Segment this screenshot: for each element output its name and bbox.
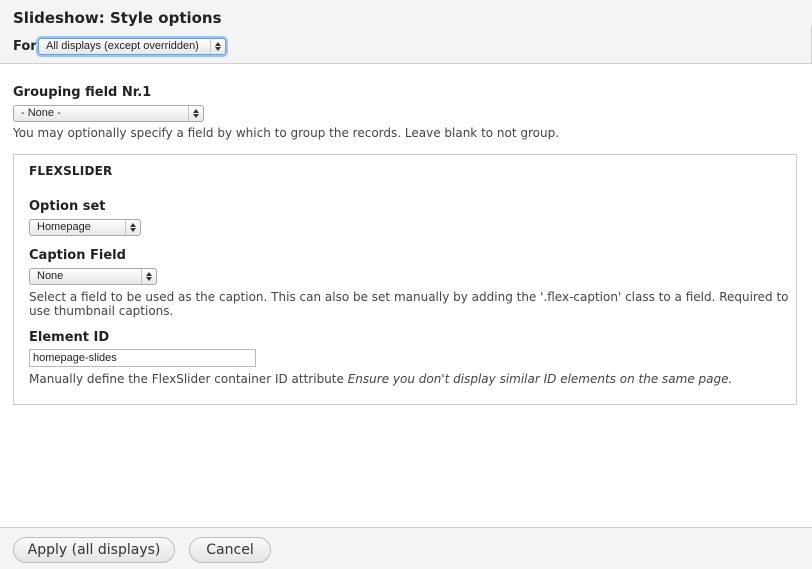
caption-field-description: Select a field to be used as the caption… (29, 290, 789, 304)
caption-field-select[interactable]: None (29, 268, 157, 285)
element-id-label: Element ID (29, 330, 110, 345)
select-arrows-icon (188, 106, 203, 121)
grouping-field-label: Grouping field Nr.1 (13, 85, 152, 100)
flexslider-legend: FLEXSLIDER (29, 164, 113, 178)
select-arrows-icon (125, 220, 140, 235)
element-id-description: Manually define the FlexSlider container… (29, 372, 732, 386)
element-id-description-emphasis: Ensure you don't display similar ID elem… (347, 372, 733, 386)
grouping-field-select[interactable]: - None - (13, 105, 204, 122)
option-set-select[interactable]: Homepage (29, 219, 141, 236)
grouping-field-select-value: - None - (21, 107, 61, 119)
select-arrows-icon (210, 39, 225, 54)
display-scope-select-value: All displays (except overridden) (46, 40, 199, 52)
display-scope-select[interactable]: All displays (except overridden) (38, 38, 226, 55)
cancel-button[interactable]: Cancel (189, 537, 271, 563)
option-set-select-value: Homepage (37, 221, 91, 233)
caption-field-select-value: None (37, 270, 64, 282)
dialog-header: Slideshow: Style options For All display… (0, 0, 812, 64)
option-set-label: Option set (29, 199, 106, 214)
grouping-field-description: You may optionally specify a field by wh… (13, 126, 560, 140)
element-id-description-text: Manually define the FlexSlider container… (29, 372, 344, 386)
element-id-input[interactable] (29, 349, 256, 367)
for-label: For (13, 39, 37, 54)
apply-all-displays-button[interactable]: Apply (all displays) (13, 537, 175, 563)
dialog-title: Slideshow: Style options (13, 9, 222, 27)
caption-field-label: Caption Field (29, 248, 126, 263)
caption-field-description-continued: use thumbnail captions. (29, 304, 174, 318)
select-arrows-icon (141, 269, 156, 284)
